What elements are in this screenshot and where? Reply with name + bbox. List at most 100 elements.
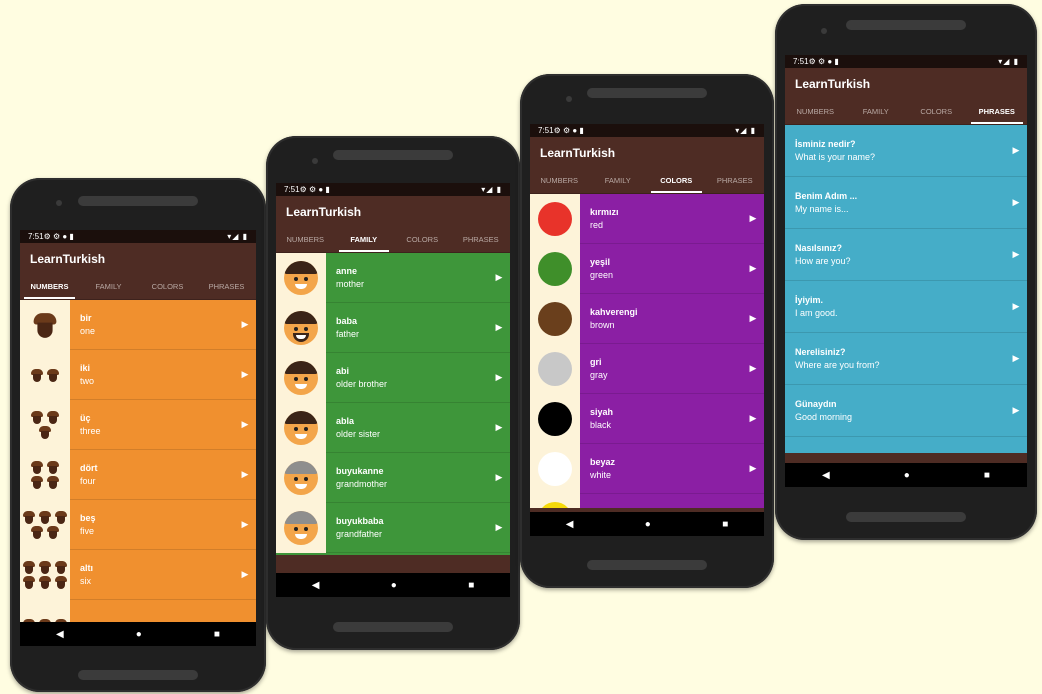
play-icon[interactable]: ▶ bbox=[488, 503, 510, 552]
list-item-partial[interactable] bbox=[20, 600, 256, 623]
play-icon[interactable]: ▶ bbox=[1005, 177, 1027, 228]
play-icon[interactable]: ▶ bbox=[488, 403, 510, 452]
list-item[interactable]: altı six ▶ bbox=[20, 550, 256, 600]
play-icon[interactable]: ▶ bbox=[742, 444, 764, 493]
top-speaker bbox=[333, 150, 453, 160]
list-item[interactable]: abi older brother ▶ bbox=[276, 353, 510, 403]
tab-phrases[interactable]: PHRASES bbox=[197, 274, 256, 299]
list-item-partial[interactable] bbox=[530, 494, 764, 508]
list-item[interactable]: siyah black ▶ bbox=[530, 394, 764, 444]
turkish-word: üç bbox=[80, 413, 91, 423]
list-item[interactable]: buyukbaba grandfather ▶ bbox=[276, 503, 510, 553]
list-item[interactable]: Nasılsınız? How are you? ▶ bbox=[785, 229, 1027, 281]
acorn-icon bbox=[20, 450, 70, 500]
tab-numbers[interactable]: NUMBERS bbox=[785, 99, 846, 124]
play-icon[interactable]: ▶ bbox=[742, 394, 764, 443]
play-icon[interactable]: ▶ bbox=[1005, 125, 1027, 176]
recents-icon[interactable]: ■ bbox=[468, 580, 474, 591]
color-swatch bbox=[530, 494, 580, 508]
status-signal-battery: ▾◢ ▮ bbox=[481, 185, 502, 194]
back-icon[interactable]: ◀ bbox=[56, 629, 64, 640]
tab-family[interactable]: FAMILY bbox=[335, 227, 394, 252]
tab-colors[interactable]: COLORS bbox=[393, 227, 452, 252]
tab-phrases[interactable]: PHRASES bbox=[706, 168, 765, 193]
play-icon[interactable]: ▶ bbox=[742, 294, 764, 343]
phone-phrases: 7:51 ⚙ ⚙ ● ▮ ▾◢ ▮ LearnTurkish NUMBERS FAM… bbox=[775, 4, 1037, 540]
list-item[interactable]: Benim Adım ... My name is... ▶ bbox=[785, 177, 1027, 229]
tab-numbers[interactable]: NUMBERS bbox=[20, 274, 79, 299]
nav-bar: ◀ ● ■ bbox=[785, 463, 1027, 487]
play-icon[interactable]: ▶ bbox=[488, 353, 510, 402]
play-icon[interactable]: ▶ bbox=[234, 500, 256, 549]
turkish-word: abi bbox=[336, 366, 350, 376]
back-icon[interactable]: ◀ bbox=[566, 519, 574, 530]
list-item[interactable]: baba father ▶ bbox=[276, 303, 510, 353]
list-item[interactable]: İsminiz nedir? What is your name? ▶ bbox=[785, 125, 1027, 177]
recents-icon[interactable]: ■ bbox=[984, 470, 990, 481]
english-word: gray bbox=[590, 370, 608, 380]
list-item[interactable]: abla older sister ▶ bbox=[276, 403, 510, 453]
play-icon[interactable]: ▶ bbox=[742, 344, 764, 393]
play-icon[interactable]: ▶ bbox=[234, 350, 256, 399]
tab-numbers[interactable]: NUMBERS bbox=[276, 227, 335, 252]
bottom-speaker bbox=[78, 670, 198, 680]
play-icon[interactable]: ▶ bbox=[1005, 229, 1027, 280]
recents-icon[interactable]: ■ bbox=[214, 629, 220, 640]
list-item[interactable]: iki two ▶ bbox=[20, 350, 256, 400]
tab-phrases[interactable]: PHRASES bbox=[452, 227, 511, 252]
play-icon[interactable]: ▶ bbox=[234, 450, 256, 499]
back-icon[interactable]: ◀ bbox=[822, 470, 830, 481]
play-icon[interactable]: ▶ bbox=[1005, 281, 1027, 332]
top-speaker bbox=[78, 196, 198, 206]
turkish-phrase: Benim Adım ... bbox=[795, 191, 858, 201]
screen-colors: 7:51 ⚙ ⚙ ● ▮ ▾◢ ▮ LearnTurkish NUMBERS FAM… bbox=[530, 124, 764, 536]
play-icon[interactable]: ▶ bbox=[488, 303, 510, 352]
home-icon[interactable]: ● bbox=[391, 580, 397, 591]
list-item[interactable]: beş five ▶ bbox=[20, 500, 256, 550]
grandfather-face-icon bbox=[276, 503, 326, 553]
list-item[interactable]: kırmızı red ▶ bbox=[530, 194, 764, 244]
tab-numbers[interactable]: NUMBERS bbox=[530, 168, 589, 193]
home-icon[interactable]: ● bbox=[645, 519, 651, 530]
list-item[interactable]: Günaydın Good morning ▶ bbox=[785, 385, 1027, 437]
back-icon[interactable]: ◀ bbox=[312, 580, 320, 591]
play-icon[interactable]: ▶ bbox=[742, 194, 764, 243]
play-icon[interactable]: ▶ bbox=[488, 453, 510, 502]
tab-family[interactable]: FAMILY bbox=[589, 168, 648, 193]
list-item[interactable]: İyiyim. I am good. ▶ bbox=[785, 281, 1027, 333]
play-icon[interactable]: ▶ bbox=[488, 253, 510, 302]
list-item[interactable]: yeşil green ▶ bbox=[530, 244, 764, 294]
list-item[interactable]: üç three ▶ bbox=[20, 400, 256, 450]
list-item[interactable]: kahverengi brown ▶ bbox=[530, 294, 764, 344]
list-item[interactable]: buyukanne grandmother ▶ bbox=[276, 453, 510, 503]
list-item[interactable]: bir one ▶ bbox=[20, 300, 256, 350]
home-icon[interactable]: ● bbox=[136, 629, 142, 640]
turkish-word: yeşil bbox=[590, 257, 611, 267]
turkish-word: altı bbox=[80, 563, 94, 573]
play-icon[interactable]: ▶ bbox=[1005, 385, 1027, 436]
list-item[interactable]: anne mother ▶ bbox=[276, 253, 510, 303]
tab-family[interactable]: FAMILY bbox=[79, 274, 138, 299]
english-word: four bbox=[80, 476, 96, 486]
recents-icon[interactable]: ■ bbox=[722, 519, 728, 530]
list-item[interactable]: beyaz white ▶ bbox=[530, 444, 764, 494]
home-icon[interactable]: ● bbox=[904, 470, 910, 481]
tab-phrases[interactable]: PHRASES bbox=[967, 99, 1028, 124]
play-icon[interactable]: ▶ bbox=[742, 244, 764, 293]
list-item[interactable]: gri gray ▶ bbox=[530, 344, 764, 394]
list-item[interactable]: dört four ▶ bbox=[20, 450, 256, 500]
list-item[interactable]: Nerelisiniz? Where are you from? ▶ bbox=[785, 333, 1027, 385]
turkish-word: beş bbox=[80, 513, 96, 523]
turkish-word: iki bbox=[80, 363, 91, 373]
play-icon[interactable]: ▶ bbox=[234, 400, 256, 449]
acorn-icon bbox=[20, 500, 70, 550]
play-icon[interactable]: ▶ bbox=[234, 550, 256, 599]
tab-colors[interactable]: COLORS bbox=[647, 168, 706, 193]
turkish-word: abla bbox=[336, 416, 355, 426]
tab-colors[interactable]: COLORS bbox=[906, 99, 967, 124]
play-icon[interactable]: ▶ bbox=[1005, 333, 1027, 384]
tab-colors[interactable]: COLORS bbox=[138, 274, 197, 299]
tab-family[interactable]: FAMILY bbox=[846, 99, 907, 124]
turkish-word: buyukanne bbox=[336, 466, 384, 476]
play-icon[interactable]: ▶ bbox=[234, 300, 256, 349]
